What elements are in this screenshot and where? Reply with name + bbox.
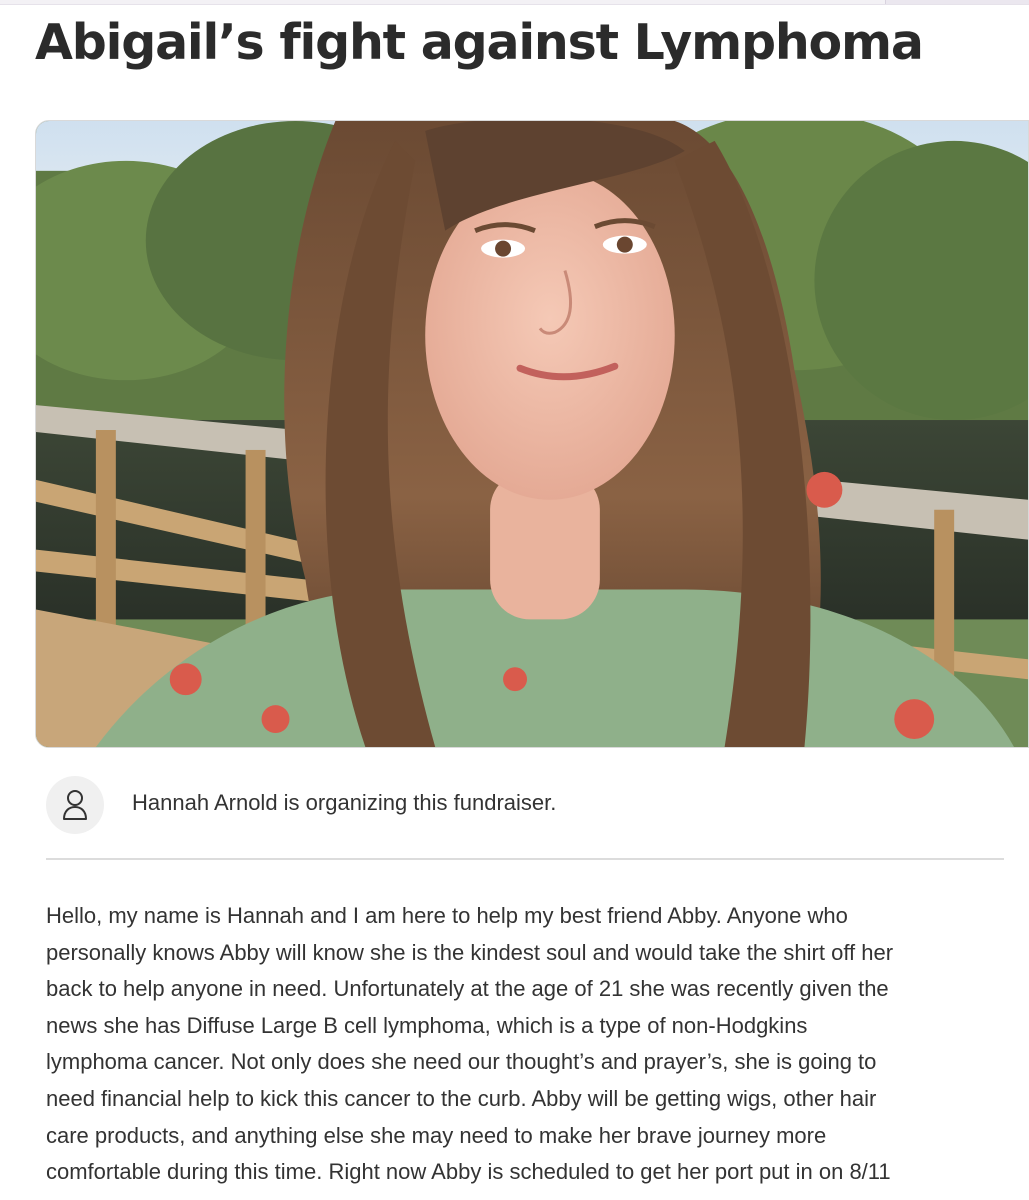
story-line: lymphoma cancer. Not only does she need … <box>46 1049 877 1075</box>
story-line: news she has Diffuse Large B cell lympho… <box>46 1012 808 1038</box>
organizer-text: Hannah Arnold is organizing this fundrai… <box>132 790 557 815</box>
photo-illustration <box>36 121 1028 747</box>
story-line: comfortable during this time. Right now … <box>46 1159 891 1185</box>
story-line: personally knows Abby will know she is t… <box>46 939 894 965</box>
divider <box>46 858 1004 860</box>
fundraiser-photo[interactable] <box>35 120 1029 748</box>
browser-tab[interactable] <box>885 0 1029 4</box>
story-line: need financial help to kick this cancer … <box>46 1085 877 1111</box>
story-line: back to help anyone in need. Unfortunate… <box>46 976 889 1002</box>
avatar[interactable] <box>46 776 104 834</box>
organizer-row: Hannah Arnold is organizing this fundrai… <box>46 776 1004 834</box>
story-line: care products, and anything else she may… <box>46 1122 827 1148</box>
story-line: Hello, my name is Hannah and I am here t… <box>46 903 848 928</box>
browser-tab-strip <box>0 0 1029 5</box>
page-title: Abigail’s fight against Lymphoma <box>35 14 924 71</box>
story-text: Hello, my name is Hannah and I am here t… <box>46 898 1006 1191</box>
user-icon <box>63 790 87 820</box>
